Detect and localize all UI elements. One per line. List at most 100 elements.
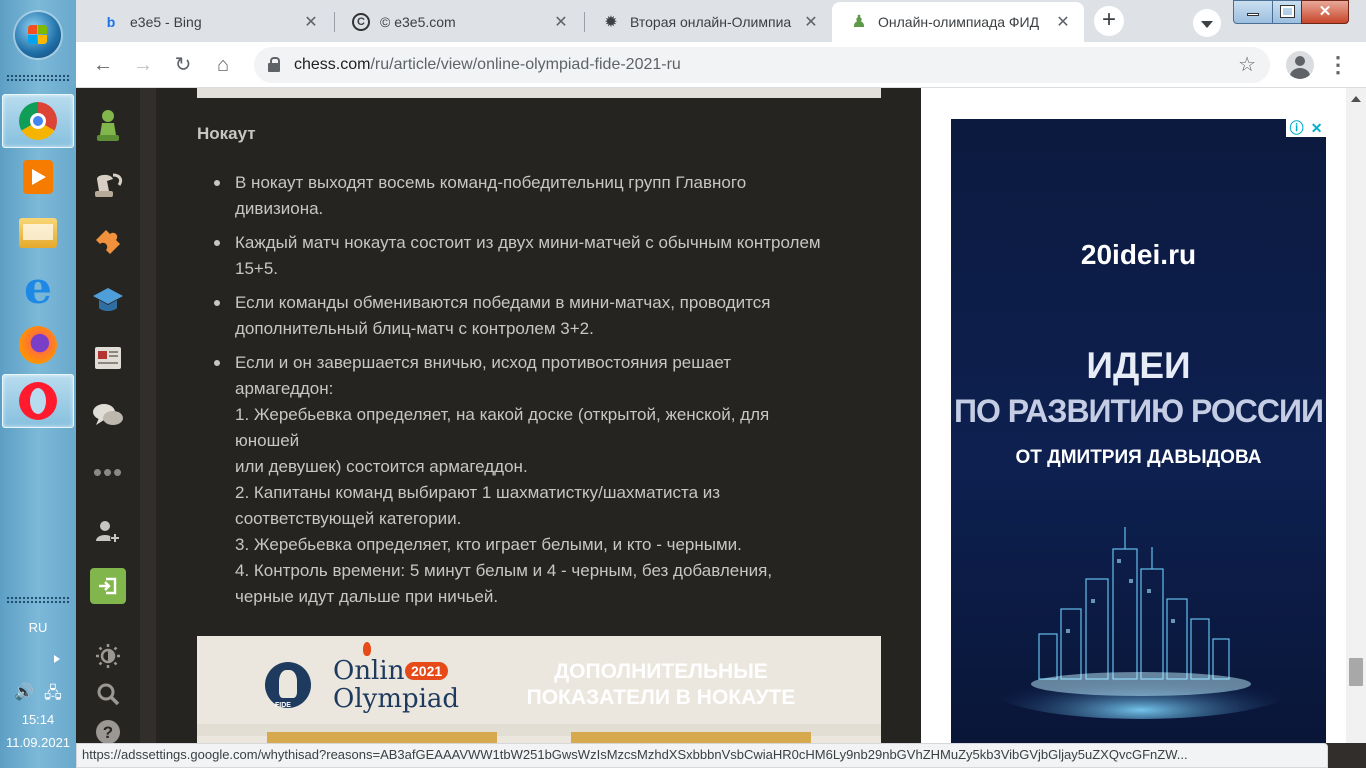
list-item: Каждый матч нокаута состоит из двух мини… [197,230,887,282]
maximize-button[interactable] [1272,0,1302,24]
more-icon[interactable]: ••• [90,454,126,490]
flame-icon [363,642,371,656]
taskbar-app-firefox[interactable] [2,318,74,372]
ad-site-name: 20idei.ru [1080,239,1197,270]
article-image [197,88,881,98]
taskbar-grip [6,74,70,82]
taskbar-grip [6,596,70,604]
language-indicator[interactable]: RU [0,620,76,635]
log-in-button[interactable] [90,568,126,604]
media-player-icon [23,160,53,194]
e3e5-icon: C [352,13,370,31]
tab-e3e5[interactable]: C © e3e5.com ✕ [334,2,582,42]
close-icon[interactable]: ✕ [552,12,570,32]
close-window-button[interactable]: ✕ [1301,0,1349,24]
bookmark-star-icon[interactable]: ☆ [1238,52,1256,77]
minimize-button[interactable] [1233,0,1273,24]
olympiad-logo-line2: Olympiad [333,684,460,714]
opera-icon [19,382,57,420]
taskbar-app-opera[interactable] [2,374,74,428]
address-bar[interactable]: chess.com/ru/article/view/online-olympia… [254,47,1270,83]
lock-icon[interactable] [268,57,280,72]
log-in-icon [99,577,117,595]
promo-image: Online 2021 Olympiad FIDE ДОПОЛНИТЕЛЬНЫЕ… [197,636,881,743]
advertisement[interactable]: ⓘ ✕ 20idei.ru ИДЕИ ПО РАЗВИТИЮ РОССИИ ОТ… [951,119,1326,743]
social-chat-icon[interactable] [90,398,126,434]
tab-title: © e3e5.com [380,14,456,30]
tab-title: Вторая онлайн-Олимпиа [630,14,792,30]
url-text[interactable]: chess.com/ru/article/view/online-olympia… [294,56,681,74]
tab-strip: b e3e5 - Bing ✕ C © e3e5.com ✕ ✹ Вторая … [76,0,1366,42]
close-icon[interactable]: ✕ [302,12,320,32]
close-icon[interactable]: ✕ [1054,12,1072,32]
list-item: В нокаут выходят восемь команд-победител… [197,170,887,222]
page-scrollbar[interactable] [1346,88,1366,743]
svg-text:?: ? [103,723,113,742]
olympiad-logo-year: 2021 [405,662,449,680]
chrome-icon [19,102,57,140]
promo-title-line2: ПОКАЗАТЕЛИ В НОКАУТЕ [526,686,796,709]
tab-bing[interactable]: b e3e5 - Bing ✕ [84,2,332,42]
internet-explorer-icon: e [24,263,52,314]
windows-logo-icon [28,25,48,45]
clock-date[interactable]: 11.09.2021 [0,735,76,750]
back-button[interactable]: ← [89,51,117,79]
section-heading: Нокаут [197,124,256,143]
play-icon[interactable] [90,168,126,204]
folder-icon [19,218,57,248]
browser-menu-button[interactable]: ⋮ [1326,51,1350,79]
taskbar-app-internet-explorer[interactable]: e [2,262,74,316]
new-tab-button[interactable]: + [1094,6,1124,36]
taskbar-app-media-player[interactable] [2,150,74,204]
profile-avatar[interactable] [1286,51,1314,79]
scrollbar-thumb[interactable] [1349,658,1363,686]
news-icon[interactable] [90,340,126,376]
promo-title-line1: ДОПОЛНИТЕЛЬНЫЕ [554,660,768,683]
fide-icon: ✹ [604,14,618,31]
tab-title: Онлайн-олимпиада ФИД [878,14,1040,30]
tab-title: e3e5 - Bing [130,14,202,30]
home-button[interactable]: ⌂ [209,51,237,79]
clock-time[interactable]: 15:14 [0,712,76,727]
taskbar-app-chrome[interactable] [2,94,74,148]
status-bar-url: https://adssettings.google.com/whythisad… [76,743,1328,768]
promo-card [571,732,811,743]
city-illustration-icon [991,527,1291,719]
chess-logo-icon[interactable] [90,108,126,144]
volume-icon[interactable]: 🔊 [14,682,34,702]
bing-icon: b [106,14,116,30]
ad-info-icon[interactable]: ⓘ [1290,119,1304,138]
fide-logo-text: FIDE [275,702,291,709]
taskbar-app-file-explorer[interactable] [2,206,74,260]
chess-pawn-icon: ♟ [851,12,867,31]
browser-toolbar: ← → ↻ ⌂ chess.com/ru/article/view/online… [76,42,1366,88]
show-hidden-icons-icon[interactable] [54,655,60,663]
tab-olympiad-fide[interactable]: ♟ Онлайн-олимпиада ФИД ✕ [832,2,1084,42]
tab-search-button[interactable] [1193,9,1221,37]
forward-button[interactable]: → [129,51,157,79]
theme-toggle-icon[interactable] [90,638,126,674]
scroll-up-icon[interactable] [1351,96,1361,102]
windows-taskbar: e RU 🔊 🖧 15:14 11.09.2021 [0,0,76,768]
ad-close-icon[interactable]: ✕ [1311,120,1323,137]
article-content: Нокаут В нокаут выходят восемь команд-по… [156,88,921,743]
ad-subheadline: ПО РАЗВИТИЮ РОССИИ [953,393,1324,429]
knockout-rules-list: В нокаут выходят восемь команд-победител… [197,170,887,618]
ad-choices[interactable]: ⓘ ✕ [1286,119,1326,137]
learn-icon[interactable] [90,282,126,318]
close-icon[interactable]: ✕ [802,12,820,32]
search-icon[interactable] [90,676,126,712]
reload-button[interactable]: ↻ [169,51,197,79]
list-item: Если команды обмениваются победами в мин… [197,290,887,342]
list-item: Если и он завершается вничью, исход прот… [197,350,887,610]
firefox-icon [19,326,57,364]
start-button[interactable] [15,12,61,58]
ad-headline: ИДЕИ [1086,345,1191,386]
promo-card [267,732,497,743]
network-icon[interactable]: 🖧 [44,682,62,709]
tab-olympiad-second[interactable]: ✹ Вторая онлайн-Олимпиа ✕ [584,2,832,42]
puzzles-icon[interactable] [90,224,126,260]
chess-sidebar: ••• ? [76,88,140,744]
content-gutter [140,88,156,743]
sign-up-icon[interactable] [90,514,126,550]
